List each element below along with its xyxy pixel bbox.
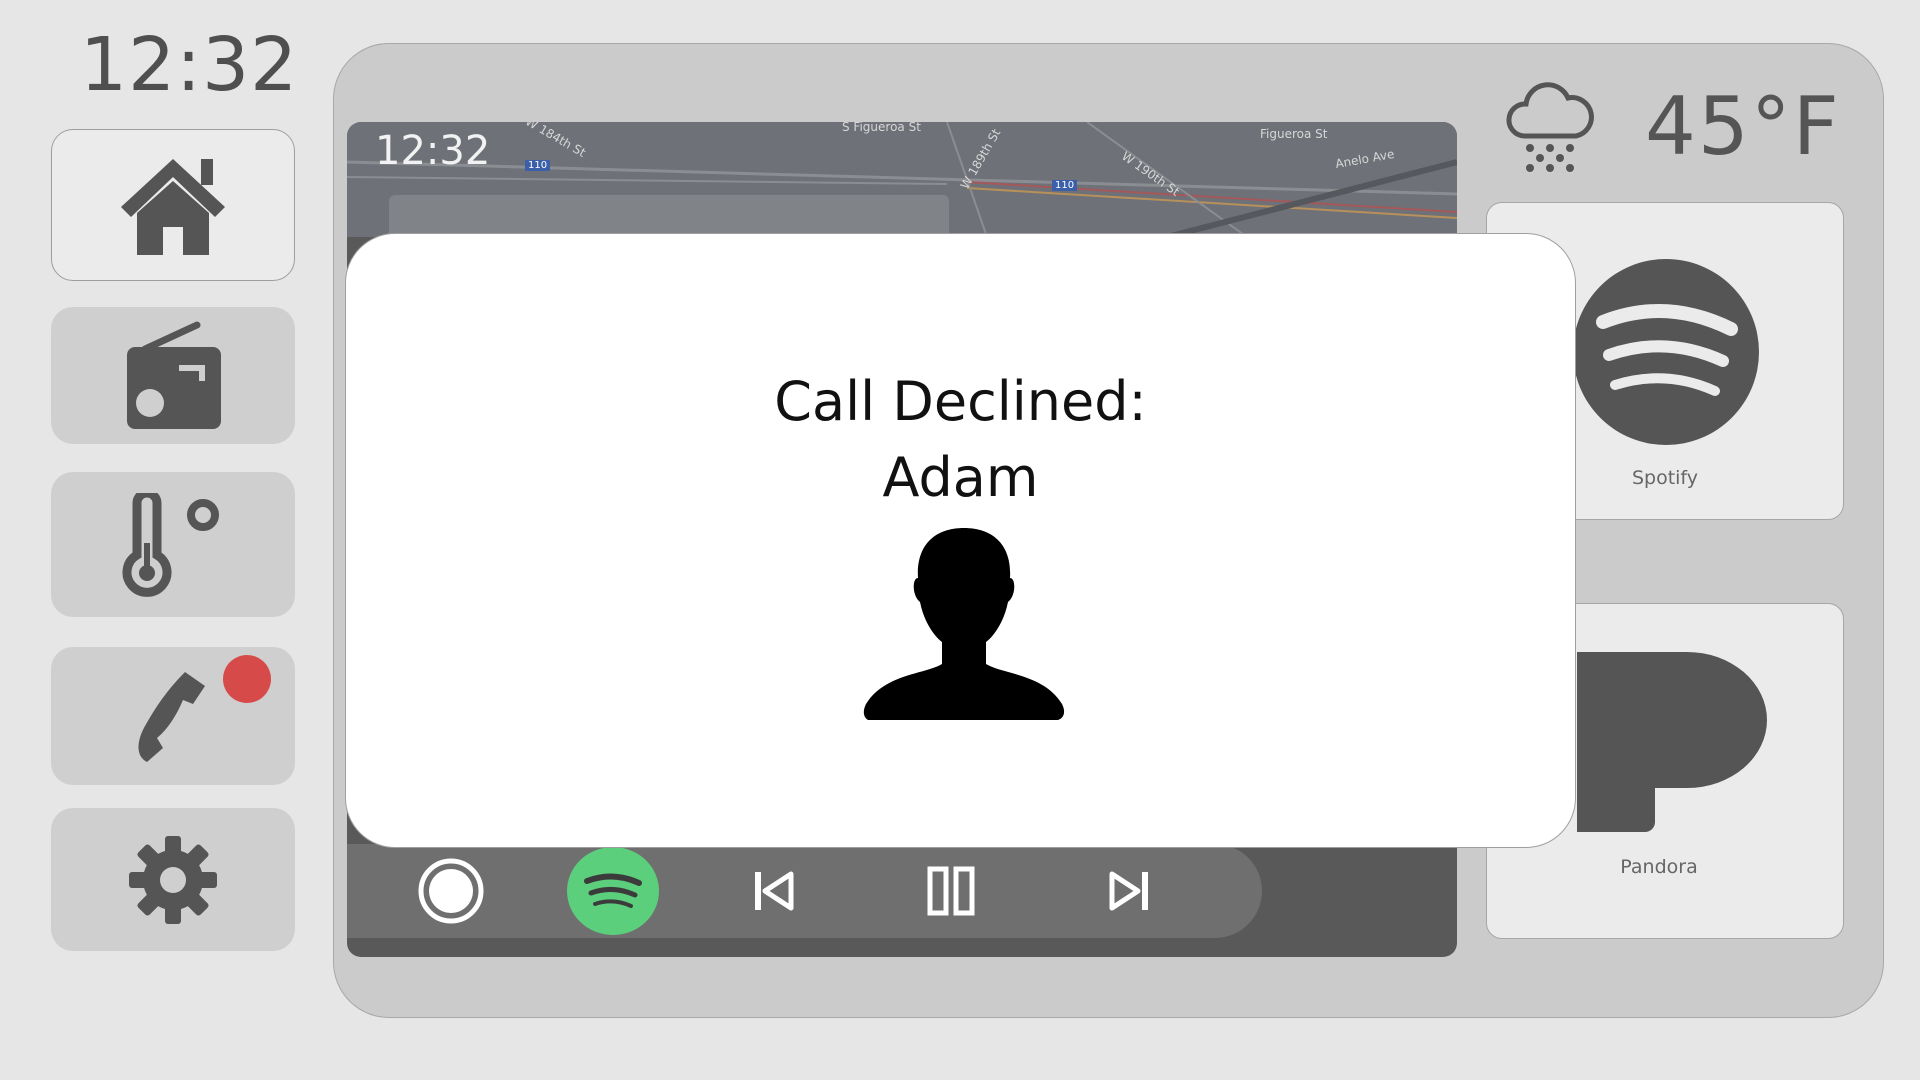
next-track-button[interactable] <box>1102 864 1156 918</box>
assistant-icon <box>418 858 484 924</box>
map-clock: 12:32 <box>375 128 491 174</box>
temperature-readout: 45°F <box>1645 80 1841 173</box>
nav-radio-button[interactable] <box>51 307 295 444</box>
highway-shield: 110 <box>1052 180 1078 191</box>
weather-widget <box>1500 78 1600 174</box>
street-label: Figueroa St <box>1260 127 1328 141</box>
pandora-app-label: Pandora <box>1620 856 1698 878</box>
home-icon <box>121 159 225 255</box>
media-control-bar <box>347 844 1262 938</box>
assistant-button[interactable] <box>417 857 485 925</box>
person-silhouette-icon <box>863 528 1065 720</box>
spotify-button[interactable] <box>567 847 659 935</box>
nav-climate-button[interactable] <box>51 472 295 617</box>
phone-icon <box>138 672 205 762</box>
map-view[interactable]: 12:32 W 184th St S Figueroa St W 189th S… <box>347 122 1457 255</box>
nav-home-button[interactable] <box>51 129 295 281</box>
call-declined-dialog[interactable]: Call Declined: Adam <box>345 233 1576 848</box>
spotify-logo-icon <box>1573 259 1759 445</box>
call-status-title: Call Declined: <box>774 370 1147 433</box>
thermometer-icon <box>122 492 219 597</box>
street-label: S Figueroa St <box>842 122 921 134</box>
previous-track-button[interactable] <box>747 864 801 918</box>
pandora-logo-icon <box>1577 652 1767 832</box>
call-dialog-text: Call Declined: Adam <box>346 364 1575 516</box>
highway-shield: 110 <box>525 160 551 171</box>
nav-phone-button[interactable] <box>51 647 295 785</box>
previous-track-icon <box>755 871 794 911</box>
radio-icon <box>127 321 221 429</box>
next-track-icon <box>1109 871 1148 911</box>
caller-name: Adam <box>882 446 1039 509</box>
gear-icon <box>129 835 217 924</box>
snow-cloud-icon <box>1506 82 1594 172</box>
pause-button[interactable] <box>922 862 980 920</box>
pause-icon <box>927 866 975 916</box>
spotify-icon <box>584 873 642 908</box>
caller-avatar <box>854 524 1074 724</box>
notification-badge <box>223 655 271 703</box>
nav-settings-button[interactable] <box>51 808 295 951</box>
status-clock: 12:32 <box>80 22 299 108</box>
